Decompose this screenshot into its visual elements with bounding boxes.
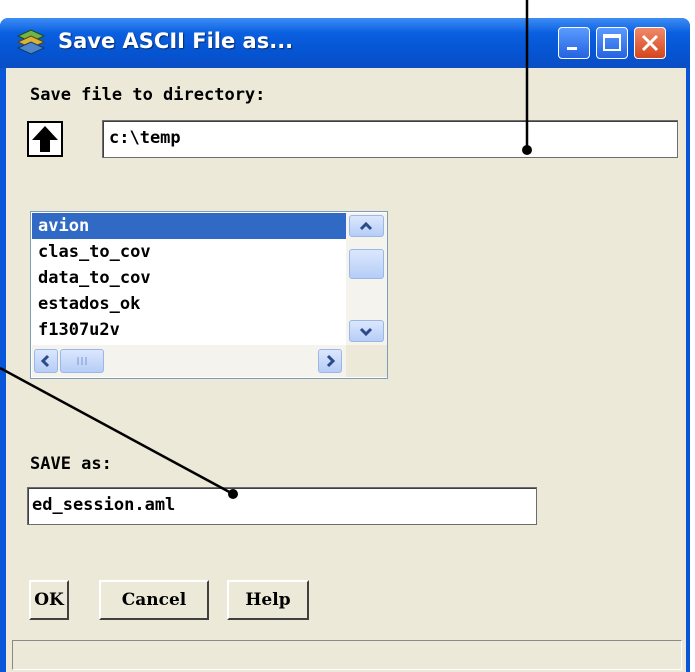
- scroll-down-button[interactable]: [349, 320, 384, 342]
- directory-input[interactable]: c:\temp: [102, 120, 678, 158]
- scroll-right-button[interactable]: [318, 349, 342, 373]
- minimize-button[interactable]: [558, 27, 590, 59]
- dialog-body: Save file to directory: c:\temp avion cl…: [6, 68, 686, 672]
- maximize-button[interactable]: [596, 27, 628, 59]
- list-item[interactable]: avion: [32, 213, 346, 239]
- chevron-right-icon: [326, 354, 336, 368]
- list-item[interactable]: clas_to_cov: [32, 239, 346, 265]
- parent-directory-button[interactable]: [27, 121, 63, 157]
- file-list-items: avion clas_to_cov data_to_cov estados_ok…: [32, 213, 346, 345]
- window-title: Save ASCII File as...: [58, 29, 294, 53]
- scroll-left-button[interactable]: [34, 349, 58, 373]
- maximize-icon: [603, 34, 621, 51]
- vertical-scroll-thumb[interactable]: [349, 249, 384, 279]
- vertical-scrollbar[interactable]: [346, 213, 387, 345]
- ok-button[interactable]: OK: [29, 580, 69, 620]
- help-button[interactable]: Help: [227, 580, 309, 620]
- horizontal-scroll-thumb[interactable]: [60, 349, 104, 373]
- status-bar: [12, 640, 682, 670]
- title-bar[interactable]: Save ASCII File as...: [0, 18, 690, 68]
- list-item[interactable]: f1307u2v: [32, 317, 346, 343]
- save-as-input[interactable]: ed_session.aml: [27, 487, 537, 525]
- close-button[interactable]: [634, 27, 666, 59]
- minimize-icon: [567, 47, 577, 50]
- arrow-up-icon: [32, 126, 58, 152]
- horizontal-scrollbar[interactable]: [32, 345, 346, 377]
- close-icon: [641, 34, 659, 52]
- scrollbar-corner: [346, 345, 387, 377]
- file-listbox[interactable]: avion clas_to_cov data_to_cov estados_ok…: [30, 211, 388, 379]
- cancel-button[interactable]: Cancel: [99, 580, 209, 620]
- grip-icon: [77, 357, 87, 365]
- save-as-label: SAVE as:: [30, 454, 112, 474]
- scroll-up-button[interactable]: [349, 215, 384, 237]
- chevron-left-icon: [40, 354, 50, 368]
- chevron-down-icon: [359, 327, 373, 337]
- save-ascii-dialog: Save ASCII File as... Save file to direc…: [0, 18, 690, 672]
- chevron-up-icon: [359, 221, 373, 231]
- list-item[interactable]: data_to_cov: [32, 265, 346, 291]
- list-item[interactable]: estados_ok: [32, 291, 346, 317]
- app-layers-icon: [16, 29, 46, 55]
- directory-label: Save file to directory:: [30, 85, 266, 105]
